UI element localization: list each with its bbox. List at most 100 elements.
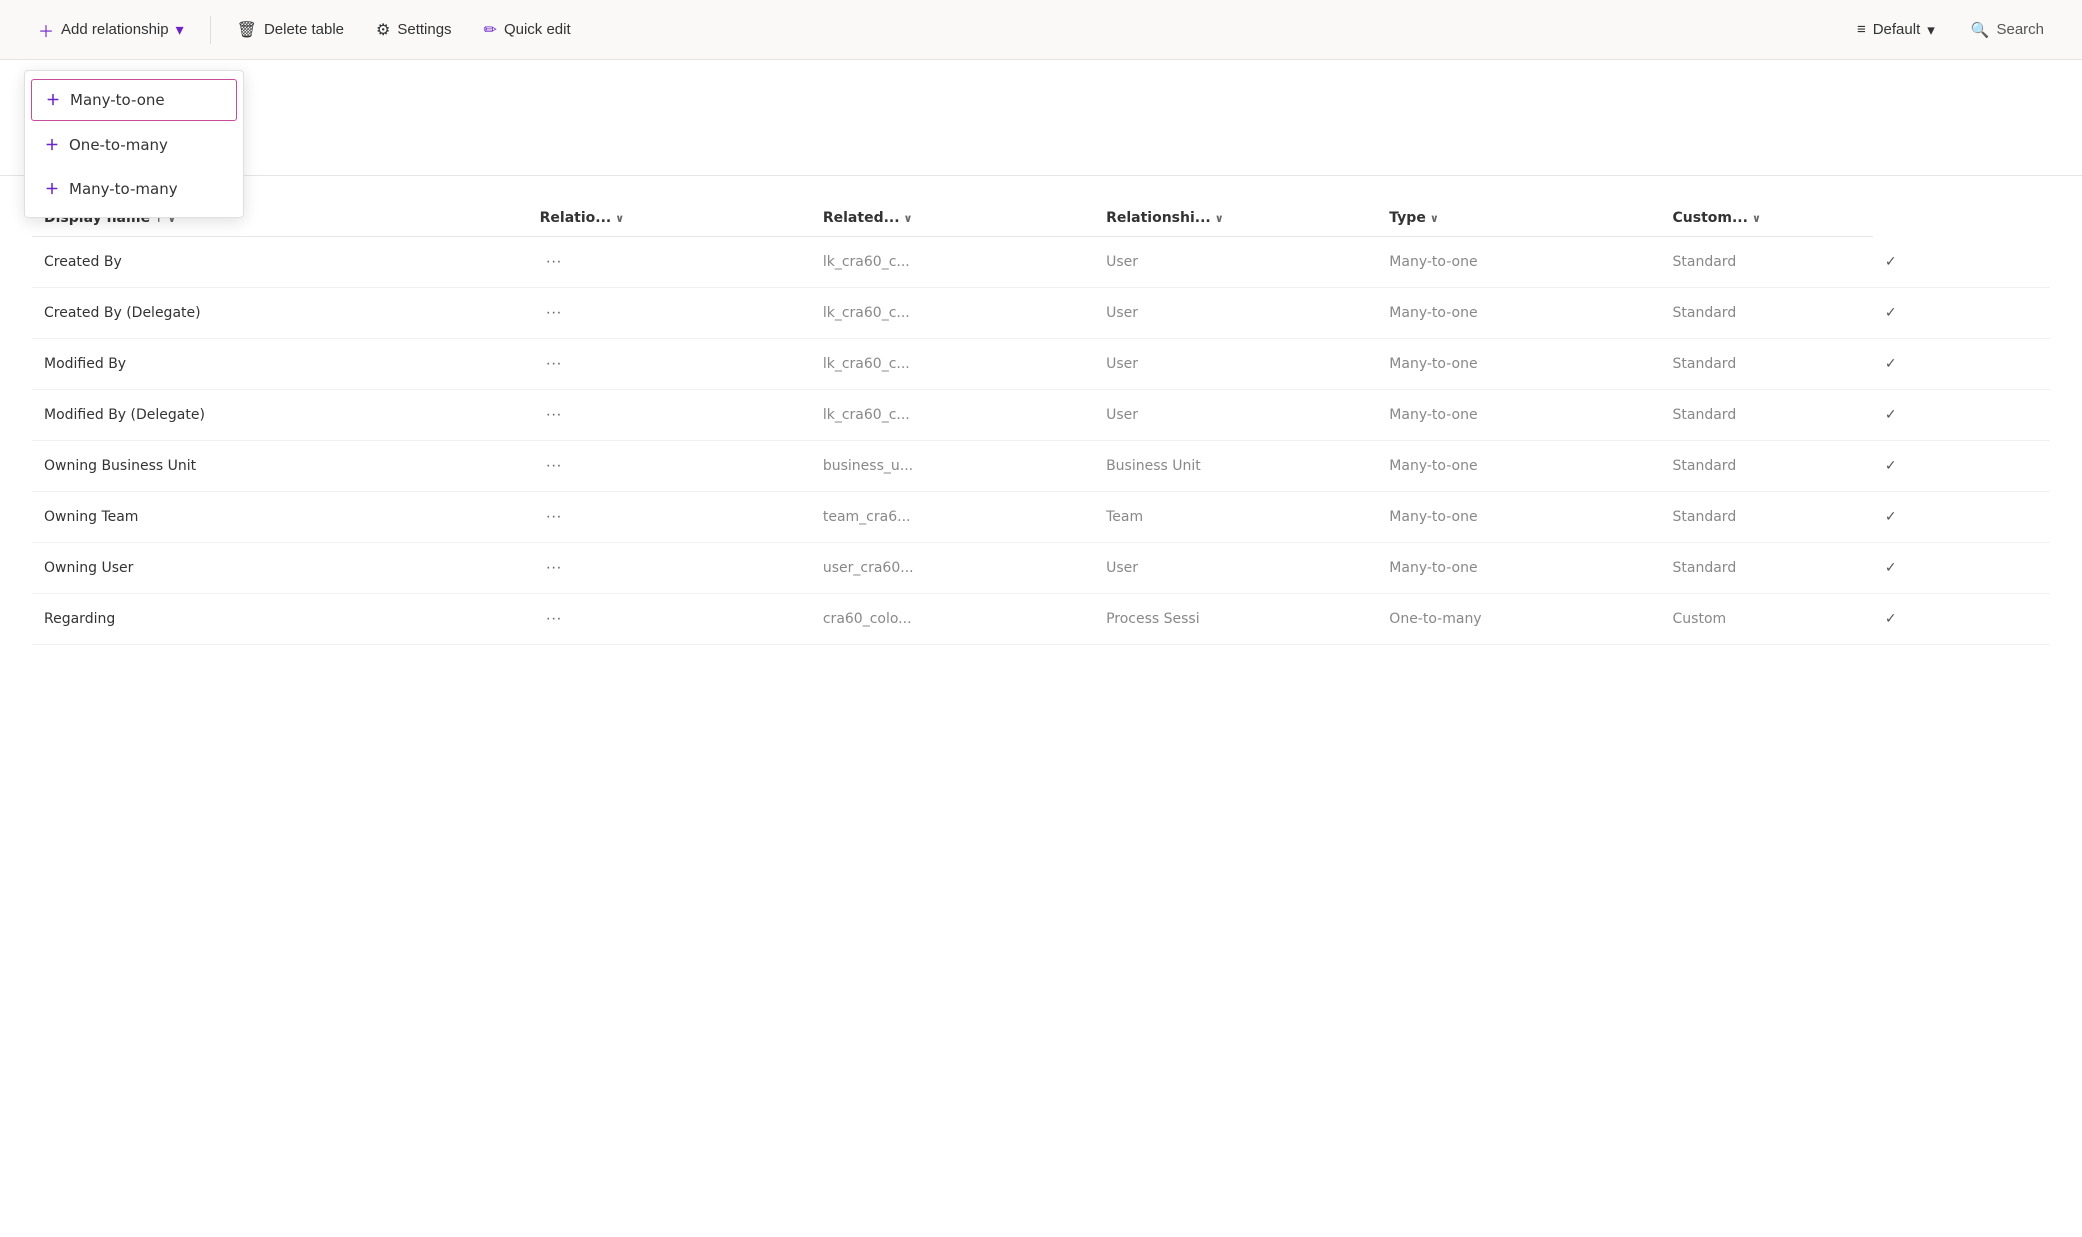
cell-custom: ✓ — [1873, 594, 2050, 645]
table-cell: User — [1094, 339, 1377, 390]
delete-table-button[interactable]: 🗑 Delete table — [223, 12, 358, 48]
row-actions-button[interactable]: ··· — [540, 353, 568, 375]
breadcrumb-area: Tables › Color — [0, 60, 2082, 123]
table-row: Regarding···cra60_colo...Process SessiOn… — [32, 594, 2050, 645]
add-relationship-button[interactable]: ＋ Add relationship ▾ — [24, 10, 198, 50]
toolbar-right: ≡ Default ▾ 🔍 Search — [1843, 13, 2058, 47]
table-cell: Owning User — [32, 543, 528, 594]
cell-actions: ··· — [528, 594, 811, 645]
checkmark-icon: ✓ — [1885, 356, 1897, 372]
table-cell: Many-to-one — [1377, 339, 1660, 390]
table-cell: Many-to-one — [1377, 390, 1660, 441]
default-view-button[interactable]: ≡ Default ▾ — [1843, 13, 1949, 47]
checkmark-icon: ✓ — [1885, 254, 1897, 270]
breadcrumb: Tables › — [32, 78, 2050, 94]
quick-edit-button[interactable]: ✏ Quick edit — [470, 12, 585, 48]
plus-icon: ＋ — [38, 18, 54, 42]
cell-custom: ✓ — [1873, 543, 2050, 594]
plus-icon: ＋ — [45, 135, 59, 155]
table-cell: User — [1094, 237, 1377, 288]
table-cell: Modified By — [32, 339, 528, 390]
cell-actions: ··· — [528, 390, 811, 441]
table-cell: Many-to-one — [1377, 441, 1660, 492]
checkmark-icon: ✓ — [1885, 407, 1897, 423]
relationships-table: Display name ↑ ∨ Relatio... ∨ Related...… — [32, 200, 2050, 645]
table-cell: Process Sessi — [1094, 594, 1377, 645]
table-cell: user_cra60... — [811, 543, 1094, 594]
cell-actions: ··· — [528, 543, 811, 594]
cell-actions: ··· — [528, 237, 811, 288]
checkmark-icon: ✓ — [1885, 560, 1897, 576]
settings-button[interactable]: ⚙ Settings — [362, 12, 466, 48]
cell-custom: ✓ — [1873, 390, 2050, 441]
page-title: Color — [32, 98, 2050, 123]
table-cell: Standard — [1661, 339, 1873, 390]
add-relationship-menu: ＋ Many-to-one ＋ One-to-many ＋ Many-to-ma… — [24, 70, 244, 218]
table-cell: lk_cra60_c... — [811, 339, 1094, 390]
settings-label: Settings — [397, 21, 451, 38]
table-row: Owning Business Unit ··· business_u...Busi… — [32, 441, 2050, 492]
table-row: Owning User···user_cra60...UserMany-to-o… — [32, 543, 2050, 594]
sort-icon: ∨ — [615, 212, 624, 225]
table-cell: lk_cra60_c... — [811, 237, 1094, 288]
table-cell: Business Unit — [1094, 441, 1377, 492]
many-to-one-option[interactable]: ＋ Many-to-one — [31, 79, 237, 121]
row-actions-button[interactable]: ··· — [540, 506, 568, 528]
table-cell: User — [1094, 543, 1377, 594]
default-label: Default — [1873, 21, 1921, 38]
table-body: Created By···lk_cra60_c...UserMany-to-on… — [32, 237, 2050, 645]
table-row: Created By···lk_cra60_c...UserMany-to-on… — [32, 237, 2050, 288]
toolbar-divider-1 — [210, 16, 211, 44]
row-actions-button[interactable]: ··· — [540, 608, 568, 630]
sort-icon: ∨ — [1430, 212, 1439, 225]
table-cell: business_u... — [811, 441, 1094, 492]
row-actions-button[interactable]: ··· — [540, 404, 568, 426]
quick-edit-label: Quick edit — [504, 21, 571, 38]
col-header-custom[interactable]: Custom... ∨ — [1661, 200, 1873, 237]
row-actions-button[interactable]: ··· — [540, 302, 568, 324]
chevron-down-icon: ▾ — [176, 20, 184, 40]
trash-icon: 🗑 — [237, 20, 257, 40]
many-to-many-label: Many-to-many — [69, 180, 178, 198]
table-cell: Team — [1094, 492, 1377, 543]
table-cell: Many-to-one — [1377, 492, 1660, 543]
col-header-related[interactable]: Related... ∨ — [811, 200, 1094, 237]
checkmark-icon: ✓ — [1885, 509, 1897, 525]
table-cell: Standard — [1661, 543, 1873, 594]
cell-custom: ✓ — [1873, 237, 2050, 288]
cell-custom: ✓ — [1873, 339, 2050, 390]
chevron-down-icon: ▾ — [1927, 21, 1935, 39]
table-row: Modified By (Delegate)···lk_cra60_c...Us… — [32, 390, 2050, 441]
col-header-relation[interactable]: Relatio... ∨ — [528, 200, 811, 237]
cell-custom: ✓ — [1873, 492, 2050, 543]
checkmark-icon: ✓ — [1885, 305, 1897, 321]
row-actions-button[interactable]: ··· — [540, 557, 568, 579]
table-cell: User — [1094, 390, 1377, 441]
table-cell: Created By (Delegate) — [32, 288, 528, 339]
table-row: Created By (Delegate)···lk_cra60_c...Use… — [32, 288, 2050, 339]
one-to-many-option[interactable]: ＋ One-to-many — [25, 123, 243, 167]
search-icon: 🔍 — [1971, 21, 1990, 39]
table-row: Modified By ··· lk_cra60_c...UserMany-to-o… — [32, 339, 2050, 390]
cell-actions: ··· — [528, 288, 811, 339]
main-content: Display name ↑ ∨ Relatio... ∨ Related...… — [0, 176, 2082, 669]
search-button[interactable]: 🔍 Search — [1957, 13, 2058, 47]
col-header-type[interactable]: Type ∨ — [1377, 200, 1660, 237]
checkmark-icon: ✓ — [1885, 458, 1897, 474]
table-cell: User — [1094, 288, 1377, 339]
tabs-container: Relationships Views — [0, 135, 2082, 176]
table-cell: Custom — [1661, 594, 1873, 645]
plus-icon: ＋ — [45, 179, 59, 199]
table-cell: Owning Team — [32, 492, 528, 543]
col-header-relationship[interactable]: Relationshi... ∨ — [1094, 200, 1377, 237]
table-cell: Owning Business Unit — [32, 441, 528, 492]
table-cell: One-to-many — [1377, 594, 1660, 645]
row-actions-button[interactable]: ··· — [540, 455, 568, 477]
pencil-icon: ✏ — [484, 20, 497, 40]
many-to-many-option[interactable]: ＋ Many-to-many — [25, 167, 243, 211]
one-to-many-label: One-to-many — [69, 136, 168, 154]
checkmark-icon: ✓ — [1885, 611, 1897, 627]
table-cell: cra60_colo... — [811, 594, 1094, 645]
row-actions-button[interactable]: ··· — [540, 251, 568, 273]
search-label: Search — [1996, 21, 2044, 38]
